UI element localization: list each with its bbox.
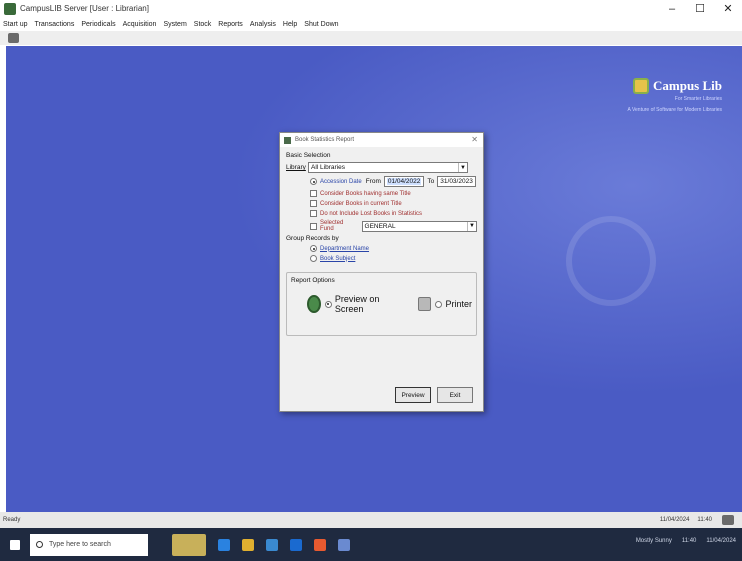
printer-label: Printer xyxy=(445,299,472,309)
dialog-close-icon[interactable]: ✕ xyxy=(471,135,478,144)
library-value: All Libraries xyxy=(311,164,345,171)
report-options-group: Report Options Preview on Screen Printer xyxy=(286,272,477,336)
department-label: Department Name xyxy=(320,245,370,252)
windows-start-icon[interactable] xyxy=(10,539,20,550)
from-date-field[interactable]: 01/04/2022 xyxy=(383,176,425,187)
file-explorer-icon[interactable] xyxy=(242,538,254,551)
search-icon xyxy=(36,541,43,548)
lost-books-label: Do not Include Lost Books in Statistics xyxy=(320,210,423,217)
menu-bar: Start up Transactions Periodicals Acquis… xyxy=(0,17,742,31)
mail-icon[interactable] xyxy=(290,538,302,551)
brand-tagline: A Venture of Software for Modern Librari… xyxy=(627,107,723,113)
group-records-label: Group Records by xyxy=(286,235,339,242)
search-placeholder: Type here to search xyxy=(49,541,111,548)
status-date: 11/04/2024 xyxy=(659,517,690,523)
window-titlebar: CampusLIB Server [User : Librarian] – ☐ … xyxy=(0,0,742,17)
toolbar xyxy=(0,31,742,45)
menu-item-periodicals[interactable]: Periodicals xyxy=(81,21,115,28)
window-title: CampusLIB Server [User : Librarian] xyxy=(20,4,149,13)
printer-radio[interactable] xyxy=(435,300,443,308)
menu-item-reports[interactable]: Reports xyxy=(218,21,243,28)
app-icon xyxy=(4,2,16,15)
minimize-button[interactable]: – xyxy=(658,0,686,17)
close-button[interactable]: ✕ xyxy=(714,0,742,17)
preview-label: Preview on Screen xyxy=(334,294,380,314)
status-bar: Ready 11/04/2024 11:40 xyxy=(0,512,742,528)
watermark-ring xyxy=(566,216,656,306)
to-label: To xyxy=(427,178,435,185)
library-label: Library xyxy=(286,164,306,171)
store-icon[interactable] xyxy=(266,538,278,551)
same-title-label: Consider Books having same Title xyxy=(320,190,411,197)
preview-button[interactable]: Preview xyxy=(395,387,431,403)
system-tray: Mostly Sunny 11:40 11/04/2024 xyxy=(626,538,736,544)
subject-radio[interactable] xyxy=(310,255,317,262)
brand-block: Campus Lib For Smarter Libraries A Ventu… xyxy=(612,78,722,113)
taskbar-search-input[interactable]: Type here to search xyxy=(30,533,148,556)
basic-selection-label: Basic Selection xyxy=(286,152,331,159)
report-options-label: Report Options xyxy=(291,277,335,284)
brand-subtitle: For Smarter Libraries xyxy=(674,96,722,102)
tray-clock-time[interactable]: 11:40 xyxy=(682,538,697,544)
maximize-button[interactable]: ☐ xyxy=(686,0,714,17)
library-select[interactable]: All Libraries ▼ xyxy=(308,162,468,173)
menu-item-stock[interactable]: Stock xyxy=(194,21,212,28)
brand-name: Campus Lib xyxy=(653,78,722,93)
brand-logo-icon xyxy=(633,78,649,94)
status-right: 11/04/2024 11:40 xyxy=(652,515,734,525)
selected-fund-label: Selected Fund xyxy=(320,220,344,232)
lost-books-checkbox[interactable] xyxy=(310,210,317,217)
chevron-down-icon[interactable]: ▼ xyxy=(467,221,476,231)
toolbar-logo-icon[interactable] xyxy=(8,33,19,43)
accession-date-radio[interactable] xyxy=(310,178,317,185)
menu-item-analysis[interactable]: Analysis xyxy=(250,21,276,28)
edge-icon[interactable] xyxy=(218,538,230,551)
status-logo-icon xyxy=(722,515,734,525)
dialog-titlebar: Book Statistics Report ✕ xyxy=(280,133,483,147)
fund-select[interactable]: GENERAL ▼ xyxy=(361,220,477,232)
tray-clock-date[interactable]: 11/04/2024 xyxy=(706,538,736,544)
selected-fund-checkbox[interactable] xyxy=(310,222,317,230)
os-taskbar: Type here to search Mostly Sunny 11:40 1… xyxy=(0,528,742,561)
menu-item-shutdown[interactable]: Shut Down xyxy=(304,21,338,28)
status-text: Ready xyxy=(3,517,21,523)
accession-date-label: Accession Date xyxy=(320,178,362,185)
taskbar-widget-thumbnail[interactable] xyxy=(172,533,206,556)
same-title-checkbox[interactable] xyxy=(310,190,317,197)
menu-item-help[interactable]: Help xyxy=(283,21,297,28)
dialog-title: Book Statistics Report xyxy=(295,137,355,143)
menu-item-acquisition[interactable]: Acquisition xyxy=(123,21,157,28)
menu-item-system[interactable]: System xyxy=(163,21,186,28)
from-label: From xyxy=(365,178,381,185)
department-radio[interactable] xyxy=(310,245,317,252)
chrome-icon[interactable] xyxy=(314,538,326,551)
preview-radio[interactable] xyxy=(324,300,332,308)
window-controls: – ☐ ✕ xyxy=(658,0,742,17)
exit-button[interactable]: Exit xyxy=(437,387,473,403)
chevron-down-icon[interactable]: ▼ xyxy=(458,163,467,172)
current-title-checkbox[interactable] xyxy=(310,200,317,207)
to-date-field[interactable]: 31/03/2023 xyxy=(437,176,476,187)
book-statistics-dialog: Book Statistics Report ✕ Basic Selection… xyxy=(279,132,484,412)
campuslib-taskbar-icon[interactable] xyxy=(338,538,350,551)
menu-item-transactions[interactable]: Transactions xyxy=(35,21,75,28)
dialog-icon xyxy=(284,136,291,144)
fund-value: GENERAL xyxy=(364,222,396,230)
printer-icon xyxy=(418,297,432,311)
preview-icon xyxy=(307,295,321,313)
current-title-label: Consider Books in current Title xyxy=(320,200,402,207)
dialog-buttons: Preview Exit xyxy=(389,387,473,403)
menu-item-startup[interactable]: Start up xyxy=(3,21,28,28)
weather-text[interactable]: Mostly Sunny xyxy=(636,538,672,544)
subject-label: Book Subject xyxy=(320,255,356,262)
status-time: 11:40 xyxy=(697,517,712,523)
